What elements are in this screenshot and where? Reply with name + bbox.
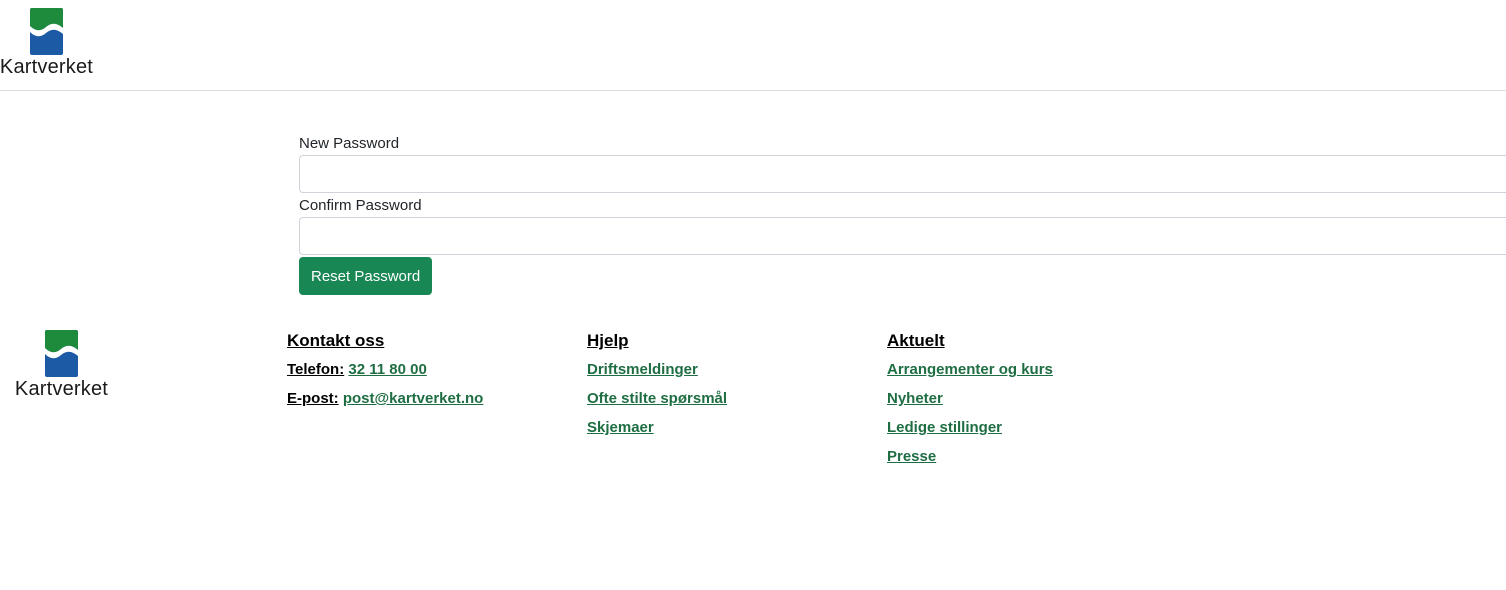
- new-password-input[interactable]: [299, 155, 1506, 193]
- kartverket-logo-icon: [45, 330, 78, 377]
- footer-email-line: E-post: post@kartverket.no: [287, 388, 483, 417]
- news-link-events[interactable]: Arrangementer og kurs: [887, 361, 1053, 378]
- reset-password-form: New Password Confirm Password Reset Pass…: [299, 133, 1506, 295]
- kartverket-logo-icon: [30, 8, 63, 55]
- footer-logo-text: Kartverket: [14, 378, 109, 400]
- reset-password-button[interactable]: Reset Password: [299, 257, 433, 295]
- confirm-password-label: Confirm Password: [299, 197, 422, 214]
- email-link[interactable]: post@kartverket.no: [343, 390, 484, 407]
- phone-label: Telefon:: [287, 361, 345, 378]
- header-logo-link[interactable]: Kartverket: [0, 8, 93, 77]
- footer-phone-line: Telefon: 32 11 80 00: [287, 359, 483, 388]
- confirm-password-input[interactable]: [299, 217, 1506, 255]
- site-header: Kartverket: [0, 0, 1506, 91]
- footer-news-column: Aktuelt Arrangementer og kurs Nyheter Le…: [887, 330, 1053, 475]
- footer-news-heading: Aktuelt: [887, 331, 945, 350]
- footer-contact-column: Kontakt oss Telefon: 32 11 80 00 E-post:…: [287, 330, 483, 417]
- help-link-faq[interactable]: Ofte stilte spørsmål: [587, 390, 727, 407]
- phone-link[interactable]: 32 11 80 00: [348, 361, 426, 378]
- email-label: E-post:: [287, 390, 339, 407]
- footer-logo-link[interactable]: Kartverket: [15, 330, 108, 399]
- footer-help-heading: Hjelp: [587, 331, 629, 350]
- help-link-driftsmeldinger[interactable]: Driftsmeldinger: [587, 361, 698, 378]
- new-password-label: New Password: [299, 135, 400, 152]
- news-link-presse[interactable]: Presse: [887, 448, 936, 465]
- header-logo-text: Kartverket: [0, 56, 94, 78]
- help-link-skjemaer[interactable]: Skjemaer: [587, 419, 654, 436]
- news-link-nyheter[interactable]: Nyheter: [887, 390, 943, 407]
- news-link-jobs[interactable]: Ledige stillinger: [887, 419, 1002, 436]
- footer-help-column: Hjelp Driftsmeldinger Ofte stilte spørsm…: [587, 330, 727, 446]
- footer-contact-heading: Kontakt oss: [287, 331, 385, 350]
